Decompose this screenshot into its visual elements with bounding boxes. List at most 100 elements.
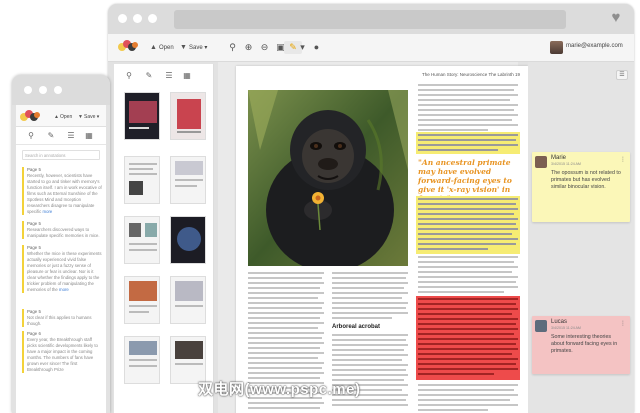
grid-view-icon[interactable]: ▦ [84,131,94,141]
sidebar-toolbar: ▲Open ▼Save ▾ [16,105,106,127]
open-button-label: Open [60,114,73,120]
annotation-search-input[interactable]: Search in annotations [22,150,100,160]
body-text-line [418,119,512,121]
body-text-line [418,89,514,91]
pen-icon[interactable]: ✎ [46,131,56,141]
window-close-dot[interactable] [118,14,127,23]
body-text-line [418,203,516,205]
grid-view-icon[interactable]: ▦ [182,71,192,81]
page-thumbnail[interactable] [124,276,160,324]
body-text-line [332,344,408,346]
list-view-icon[interactable]: ☰ [66,131,76,141]
open-button[interactable]: ▲Open [54,111,72,123]
browser-titlebar: ♥ [108,4,634,34]
chevron-down-icon[interactable]: ▾ [296,41,309,54]
page-thumbnail[interactable] [170,276,206,324]
annotation-item[interactable]: Page 5 Not clear if this applies to huma… [22,309,102,327]
page-thumbnail[interactable] [170,156,206,204]
body-text-line [248,337,322,339]
page-thumbnail[interactable] [170,216,206,264]
address-bar[interactable] [174,10,566,29]
save-icon: ▼ [180,44,187,51]
body-text-line [418,373,494,375]
save-button[interactable]: ▼Save ▾ [180,42,207,54]
body-text-line [418,149,498,151]
window-close-dot[interactable] [24,86,32,94]
app-toolbar: ▲ Open ▼ Save ▾ ⚲ ⊕ ⊖ ▣ ✎ ▾ ● marie@exampl… [108,34,634,62]
body-text-line [332,334,408,336]
body-text-line [248,272,324,274]
annotation-item[interactable]: Page 5 Recently, however, scientists hav… [22,167,102,215]
window-maximize-dot[interactable] [54,86,62,94]
running-head: The Human Story: Neuroscience The Labrin… [422,72,520,77]
page-thumbnail[interactable] [124,156,160,204]
document-viewport[interactable]: The Human Story: Neuroscience The Labrin… [218,62,528,413]
body-text-line [418,399,510,401]
save-button-label: Save [84,114,96,120]
more-link[interactable]: more [59,287,69,292]
body-text-line [418,84,518,86]
page-thumbnail[interactable] [124,92,160,140]
body-text-line [248,317,320,319]
body-text-line [418,144,518,146]
body-text-line [248,372,324,374]
thumbnail-panel: ⚲ ✎ ☰ ▦ [114,64,214,413]
more-vertical-icon[interactable]: ⋮ [620,156,626,163]
window-minimize-dot[interactable] [133,14,142,23]
heart-icon[interactable]: ♥ [608,10,624,26]
page-thumbnail[interactable] [124,216,160,264]
zoom-in-icon[interactable]: ⊕ [242,41,255,54]
body-text-line [418,368,518,370]
page-thumbnail[interactable] [170,336,206,384]
note-author: Lucas [551,319,568,325]
page-thumbnail[interactable] [124,336,160,384]
body-text-line [248,302,324,304]
window-maximize-dot[interactable] [148,14,157,23]
search-icon[interactable]: ⚲ [26,131,36,141]
comment-icon[interactable]: ☰ [616,70,628,80]
save-button[interactable]: ▼Save ▾ [78,111,99,123]
annotation-item[interactable]: Page 6 Every year, the Breakthrough staf… [22,331,102,373]
body-text-line [332,277,406,279]
body-text-line [332,302,408,304]
body-text-line [248,307,322,309]
sidebar-tools: ⚲ ✎ ☰ ▦ [16,127,106,145]
body-text-line [332,364,408,366]
annotation-text: Recently, however, scientists have start… [27,173,102,214]
user-email[interactable]: marie@example.com [566,43,623,49]
body-text-line [418,109,514,111]
secondary-app-window: ▲Open ▼Save ▾ ⚲ ✎ ☰ ▦ Search in annotati… [12,75,110,413]
avatar [535,320,547,332]
body-text-line [248,342,324,344]
body-text-line [418,353,512,355]
annotation-item[interactable]: Page 5 Whether the mice in these experim… [22,245,102,293]
body-text-line [418,291,504,293]
annotation-card[interactable]: Marie 3/4/2015 11:24 AM ⋮ The opossum is… [532,152,630,222]
annotation-item[interactable]: Page 5 Researchers discovered ways to ma… [22,221,102,239]
comment-icon[interactable]: ● [310,41,323,54]
body-text-line [332,287,404,289]
open-button-label: Open [159,45,174,51]
body-text-line [418,228,518,230]
chevron-down-icon: ▾ [202,45,208,51]
open-button[interactable]: ▲Open [150,42,174,54]
annotations-sidebar: ▲Open ▼Save ▾ ⚲ ✎ ☰ ▦ Search in annotati… [16,105,106,413]
search-icon[interactable]: ⚲ [226,41,239,54]
more-vertical-icon[interactable]: ⋮ [620,320,626,327]
user-avatar[interactable] [550,41,563,54]
body-text-line [418,363,516,365]
document-page[interactable]: The Human Story: Neuroscience The Labrin… [236,66,528,413]
gorilla-photo [248,90,408,266]
pen-icon[interactable]: ✎ [144,71,154,81]
app-logo [20,110,42,124]
body-text-line [418,266,518,268]
annotation-card[interactable]: Lucas 3/4/2015 11:24 AM ⋮ Some interesti… [532,316,630,374]
body-text-line [418,286,518,288]
body-text-line [248,327,318,329]
zoom-out-icon[interactable]: ⊖ [258,41,271,54]
window-minimize-dot[interactable] [39,86,47,94]
search-icon[interactable]: ⚲ [124,71,134,81]
more-link[interactable]: more [43,209,53,214]
list-view-icon[interactable]: ☰ [164,71,174,81]
page-thumbnail[interactable] [170,92,206,140]
